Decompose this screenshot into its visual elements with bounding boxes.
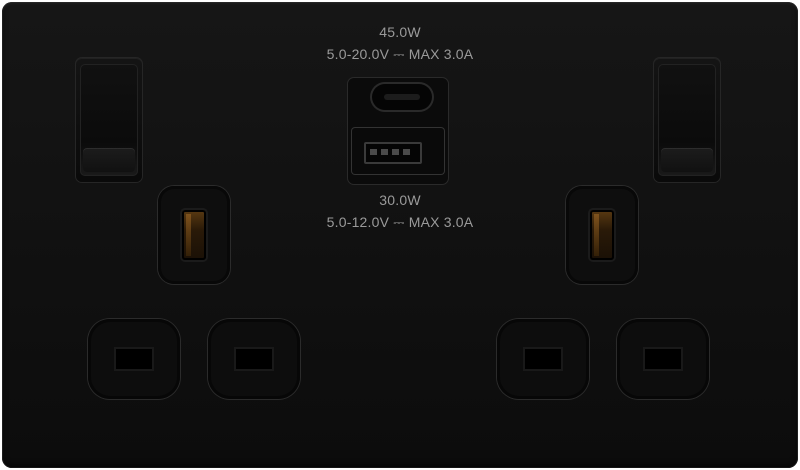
usb-a-power-label: 30.0W [379,192,421,208]
left-earth-shutter [182,210,206,260]
left-socket-neutral-pin [208,319,300,399]
usb-a-port-icon[interactable] [352,128,444,174]
usb-c-spec-label: 5.0-20.0V ⎓ MAX 3.0A [326,46,474,62]
right-earth-shutter [590,210,614,260]
pin-slot [116,349,152,369]
right-switch-rocker[interactable] [658,64,716,176]
left-socket-live-pin [88,319,180,399]
pin-slot [645,349,681,369]
usb-c-power-label: 45.0W [379,24,421,40]
left-rocker-switch[interactable] [76,58,142,182]
right-rocker-switch[interactable] [654,58,720,182]
pin-slot [236,349,272,369]
right-socket-neutral-pin [617,319,709,399]
pin-slot [525,349,561,369]
left-switch-rocker[interactable] [80,64,138,176]
usb-c-port-icon[interactable] [372,84,432,110]
left-earth-pin-socket [158,186,230,284]
right-socket-live-pin [497,319,589,399]
right-earth-pin-socket [566,186,638,284]
usb-a-connector-tongue [364,142,422,164]
usb-a-spec-label: 5.0-12.0V ⎓ MAX 3.0A [326,214,474,230]
